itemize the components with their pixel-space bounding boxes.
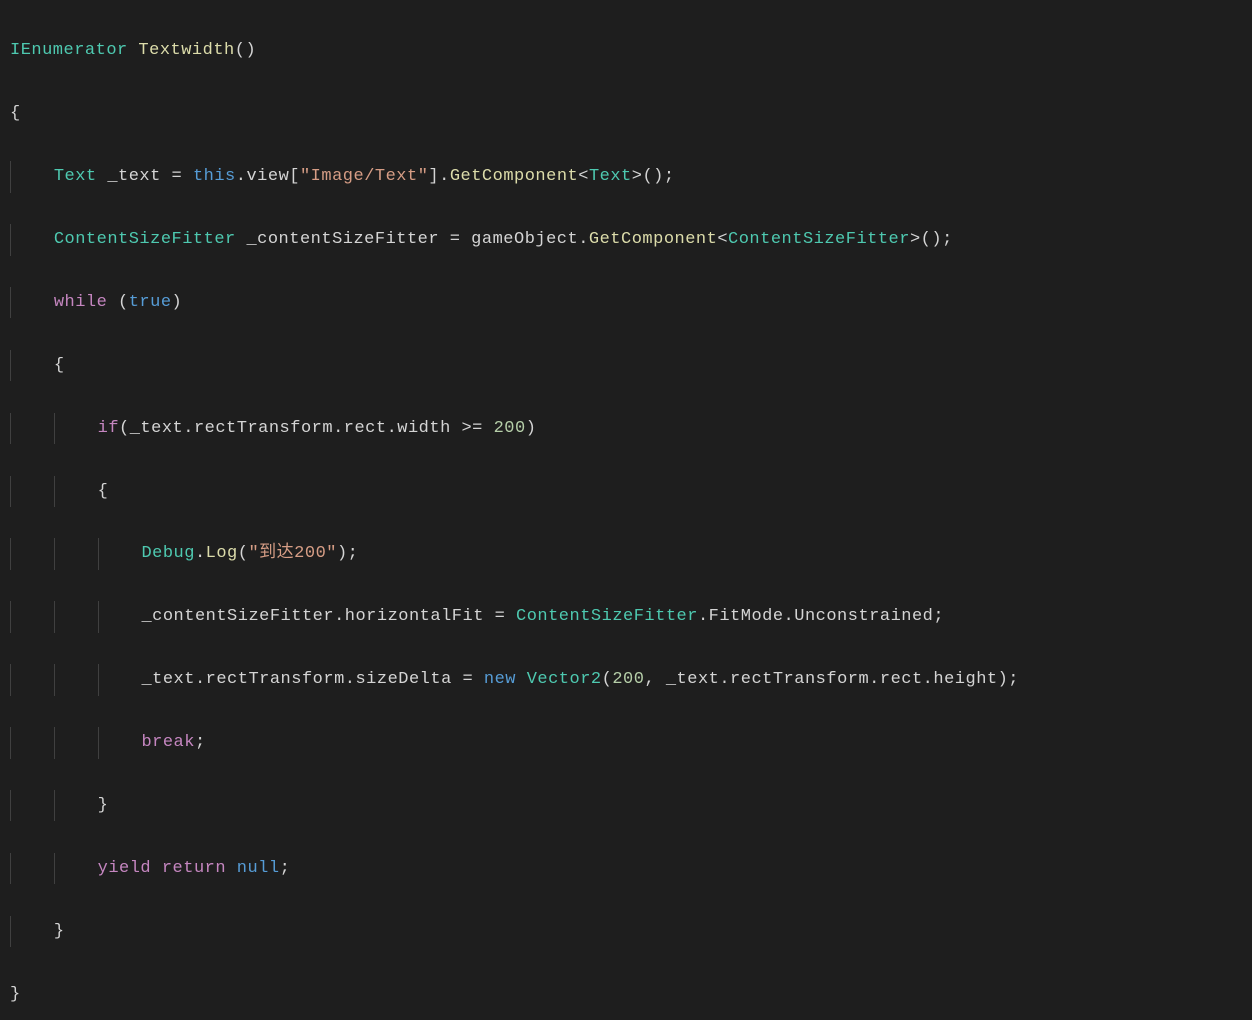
token: (_text.rectTransform.rect.width >= bbox=[119, 419, 494, 438]
code-line[interactable]: _contentSizeFitter.horizontalFit = Conte… bbox=[10, 601, 1252, 632]
keyword-token: break bbox=[141, 733, 195, 752]
keyword-token: true bbox=[129, 293, 172, 312]
method-token: Textwidth bbox=[138, 41, 234, 60]
code-line[interactable]: if(_text.rectTransform.rect.width >= 200… bbox=[10, 413, 1252, 444]
token: , _text.rectTransform.rect.height); bbox=[644, 670, 1019, 689]
string-token: "Image/Text" bbox=[300, 167, 428, 186]
code-line[interactable]: } bbox=[10, 916, 1252, 947]
keyword-token: yield bbox=[98, 859, 152, 878]
method-token: GetComponent bbox=[589, 230, 717, 249]
method-token: Log bbox=[206, 544, 238, 563]
code-editor[interactable]: IEnumerator Textwidth() { Text _text = t… bbox=[0, 0, 1252, 1020]
token: ; bbox=[195, 733, 206, 752]
token: ; bbox=[280, 859, 291, 878]
code-line[interactable]: IEnumerator Textwidth() bbox=[10, 35, 1252, 66]
code-line[interactable]: Debug.Log("到达200"); bbox=[10, 538, 1252, 569]
code-line[interactable]: yield return null; bbox=[10, 853, 1252, 884]
token: .FitMode.Unconstrained; bbox=[698, 607, 944, 626]
type-token: ContentSizeFitter bbox=[54, 230, 236, 249]
token: >(); bbox=[910, 230, 953, 249]
token: ]. bbox=[428, 167, 449, 186]
type-token: Vector2 bbox=[527, 670, 602, 689]
token: ) bbox=[526, 419, 537, 438]
keyword-token: null bbox=[237, 859, 280, 878]
method-token: GetComponent bbox=[450, 167, 578, 186]
token: ( bbox=[238, 544, 249, 563]
token: ) bbox=[172, 293, 183, 312]
code-line[interactable]: } bbox=[10, 979, 1252, 1010]
token: < bbox=[717, 230, 728, 249]
brace-token: } bbox=[54, 922, 65, 941]
type-token: Text bbox=[54, 167, 97, 186]
token: ( bbox=[107, 293, 128, 312]
token: ( bbox=[602, 670, 613, 689]
code-line[interactable]: { bbox=[10, 98, 1252, 129]
code-line[interactable]: while (true) bbox=[10, 287, 1252, 318]
brace-token: } bbox=[10, 985, 21, 1004]
token: _contentSizeFitter.horizontalFit = bbox=[141, 607, 516, 626]
token: _contentSizeFitter = gameObject. bbox=[236, 230, 589, 249]
code-line[interactable]: } bbox=[10, 790, 1252, 821]
keyword-token: while bbox=[54, 293, 108, 312]
token: _text.rectTransform.sizeDelta = bbox=[141, 670, 483, 689]
type-token: Text bbox=[589, 167, 632, 186]
brace-token: } bbox=[98, 796, 109, 815]
keyword-token: if bbox=[98, 419, 119, 438]
string-token: "到达200" bbox=[248, 544, 337, 563]
number-token: 200 bbox=[494, 419, 526, 438]
keyword-token: this bbox=[193, 167, 236, 186]
type-token: ContentSizeFitter bbox=[728, 230, 910, 249]
brace-token: { bbox=[98, 482, 109, 501]
type-token: Debug bbox=[141, 544, 195, 563]
code-line[interactable]: break; bbox=[10, 727, 1252, 758]
brace-token: { bbox=[54, 356, 65, 375]
token bbox=[516, 670, 527, 689]
token: < bbox=[578, 167, 589, 186]
token bbox=[128, 41, 139, 60]
type-token: IEnumerator bbox=[10, 41, 128, 60]
token: () bbox=[235, 41, 256, 60]
token: >(); bbox=[632, 167, 675, 186]
token: ); bbox=[337, 544, 358, 563]
token: _text = bbox=[107, 167, 193, 186]
token: .view[ bbox=[236, 167, 300, 186]
token bbox=[226, 859, 237, 878]
type-token: ContentSizeFitter bbox=[516, 607, 698, 626]
keyword-token: new bbox=[484, 670, 516, 689]
code-line[interactable]: ContentSizeFitter _contentSizeFitter = g… bbox=[10, 224, 1252, 255]
keyword-token: return bbox=[162, 859, 226, 878]
code-line[interactable]: { bbox=[10, 350, 1252, 381]
token bbox=[151, 859, 162, 878]
token: . bbox=[195, 544, 206, 563]
code-line[interactable]: { bbox=[10, 476, 1252, 507]
number-token: 200 bbox=[612, 670, 644, 689]
code-line[interactable]: Text _text = this.view["Image/Text"].Get… bbox=[10, 161, 1252, 192]
brace-token: { bbox=[10, 104, 21, 123]
code-line[interactable]: _text.rectTransform.sizeDelta = new Vect… bbox=[10, 664, 1252, 695]
